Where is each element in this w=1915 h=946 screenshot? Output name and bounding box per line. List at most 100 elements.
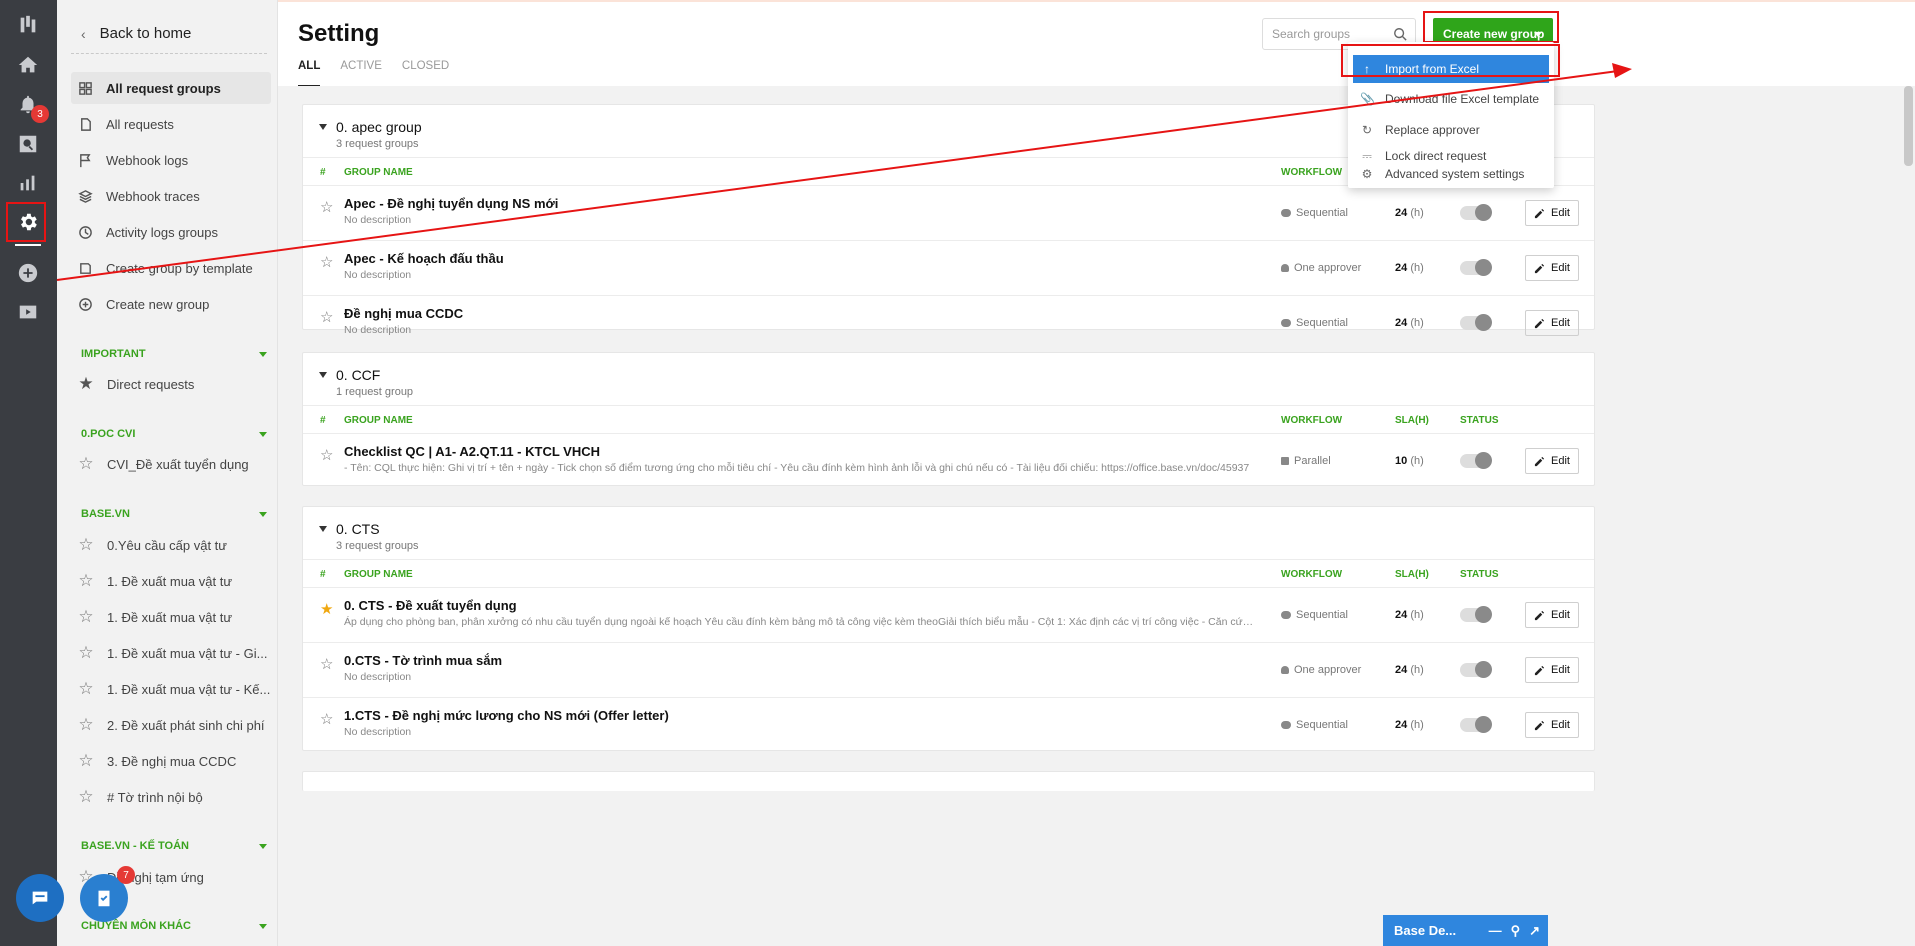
section-base-vn[interactable]: BASE.VN [81,508,267,520]
logo-icon[interactable] [13,10,43,40]
settings-icon: ⚙ [1361,167,1373,181]
edit-button[interactable]: Edit [1525,310,1579,336]
table-row[interactable]: ☆ Apec - Kế hoạch đấu thầu No descriptio… [303,241,1594,296]
table-row[interactable]: ☆ Checklist QC | A1- A2.QT.11 - KTCL VHC… [303,434,1594,489]
column-headers: # GROUP NAME WORKFLOW SLA(H) STATUS [303,405,1594,434]
caret-down-icon [259,843,267,849]
table-row[interactable]: ★ 0. CTS - Đề xuất tuyển dụng Áp dụng ch… [303,588,1594,643]
workflow-label: Sequential [1281,609,1348,621]
workflow-label: Parallel [1281,455,1331,467]
status-toggle[interactable] [1460,716,1492,733]
sidebar-item-webhook-logs[interactable]: Webhook logs [71,144,271,176]
group-header[interactable]: 0. CTS 3 request groups [319,521,419,552]
star-icon[interactable]: ☆ [320,308,333,326]
workflow-label: One approver [1281,664,1361,676]
edit-button[interactable]: Edit [1525,200,1579,226]
status-toggle[interactable] [1460,606,1492,623]
app-rail: 3 [0,0,57,946]
caret-down-icon [259,923,267,929]
sidebar-group-item[interactable]: ☆ 1. Đề xuất mua vật tư - Gi... [77,638,273,668]
sequential-icon [1281,721,1291,729]
section-base-vn-ke-toan[interactable]: BASE.VN - KẾ TOÁN [81,840,267,852]
pencil-icon [1534,720,1545,730]
paperclip-icon: 📎 [1360,92,1375,106]
sidebar-item-create-by-template[interactable]: Create group by template [71,252,271,284]
sidebar-item-create-new-group[interactable]: Create new group [71,288,271,320]
add-circle-icon[interactable] [13,258,43,288]
chart-icon[interactable] [13,168,43,198]
column-headers: # GROUP NAME WORKFLOW SLA(H) STATUS [303,559,1594,588]
caret-down-icon [319,526,327,532]
back-to-home-link[interactable]: ‹ Back to home [71,14,267,54]
popout-icon[interactable]: ↗ [1529,923,1540,939]
chat-bar[interactable]: Base De... — ⚲ ↗ [1383,915,1548,946]
menu-item-advanced-settings[interactable]: ⚙ Advanced system settings [1348,160,1554,188]
group-header[interactable]: 0. CCF 1 request group [319,367,413,398]
star-icon[interactable]: ☆ [320,446,333,464]
pencil-icon [1534,610,1545,620]
home-icon[interactable] [13,50,43,80]
sidebar-item-webhook-traces[interactable]: Webhook traces [71,180,271,212]
star-filled-icon: ★ [78,374,94,393]
sidebar-group-item[interactable]: ☆ 0.Yêu cầu cấp vật tư [77,530,273,560]
sequential-icon [1281,319,1291,327]
sequential-icon [1281,611,1291,619]
star-icon[interactable]: ☆ [320,655,333,673]
sidebar-group-item[interactable]: ☆ 1. Đề xuất mua vật tư - Kế... [77,674,273,704]
scrollbar[interactable] [1904,86,1913,166]
chat-fab[interactable] [16,874,64,922]
section-chuyen-mon-khac[interactable]: CHUYÊN MÔN KHÁC [81,920,267,932]
table-row[interactable]: ☆ 0.CTS - Tờ trình mua sắm No descriptio… [303,643,1594,698]
table-row[interactable]: ☆ Apec - Đề nghị tuyển dụng NS mới No de… [303,186,1594,241]
caret-down-icon [259,511,267,517]
tab-all[interactable]: ALL [298,60,321,87]
section-poc-cvi[interactable]: 0.POC CVI [81,428,267,440]
status-toggle[interactable] [1460,661,1492,678]
minimize-icon[interactable]: — [1489,923,1502,939]
sidebar-item-all-requests[interactable]: All requests [71,108,271,140]
pencil-icon [1534,263,1545,273]
star-icon: ☆ [78,571,94,590]
group-card: 0. CTS 3 request groups # GROUP NAME WORKF… [302,506,1595,751]
workflow-label: One approver [1281,262,1361,274]
person-icon [1281,264,1289,272]
status-toggle[interactable] [1460,259,1492,276]
edit-button[interactable]: Edit [1525,255,1579,281]
sidebar-item-activity-logs[interactable]: Activity logs groups [71,216,271,248]
sidebar-group-item[interactable]: ☆ 1. Đề xuất mua vật tư [77,566,273,596]
tab-closed[interactable]: CLOSED [402,60,449,87]
chevron-left-icon: ‹ [81,25,86,42]
star-icon: ☆ [78,643,94,662]
star-icon[interactable]: ☆ [320,198,333,216]
edit-button[interactable]: Edit [1525,657,1579,683]
sidebar-group-item[interactable]: ☆ 1. Đề xuất mua vật tư [77,602,273,632]
search-icon[interactable] [13,129,43,159]
edit-button[interactable]: Edit [1525,602,1579,628]
sidebar-group-item[interactable]: ☆ CVI_Đề xuất tuyển dụng [77,449,273,479]
status-toggle[interactable] [1460,452,1492,469]
star-filled-icon[interactable]: ★ [320,600,333,618]
sidebar-group-item[interactable]: ★ Direct requests [77,369,273,399]
menu-item-download-template[interactable]: 📎 Download file Excel template [1348,85,1554,113]
sidebar-group-item[interactable]: ☆ # Tờ trình nội bộ [77,782,273,812]
edit-button[interactable]: Edit [1525,448,1579,474]
status-toggle[interactable] [1460,204,1492,221]
video-icon[interactable] [13,297,43,327]
caret-down-icon [319,372,327,378]
status-toggle[interactable] [1460,314,1492,331]
table-row[interactable]: ☆ 1.CTS - Đề nghị mức lương cho NS mới (… [303,698,1594,753]
star-icon[interactable]: ☆ [320,710,333,728]
sidebar-group-item[interactable]: ☆ 3. Đề nghị mua CCDC [77,746,273,776]
sidebar-item-all-request-groups[interactable]: All request groups [71,72,271,104]
tab-active[interactable]: ACTIVE [340,60,382,87]
edit-button[interactable]: Edit [1525,712,1579,738]
sidebar-group-item[interactable]: ☆ 2. Đề xuất phát sinh chi phí [77,710,273,740]
table-row[interactable]: ☆ Đề nghị mua CCDC No description Sequen… [303,296,1594,351]
menu-item-replace-approver[interactable]: ↻ Replace approver [1348,116,1554,144]
search-icon[interactable]: ⚲ [1511,923,1521,939]
star-icon[interactable]: ☆ [320,253,333,271]
group-header[interactable]: 0. apec group 3 request groups [319,119,422,150]
notification-badge: 3 [31,105,49,123]
section-important[interactable]: IMPORTANT [81,348,267,360]
sequential-icon [1281,209,1291,217]
